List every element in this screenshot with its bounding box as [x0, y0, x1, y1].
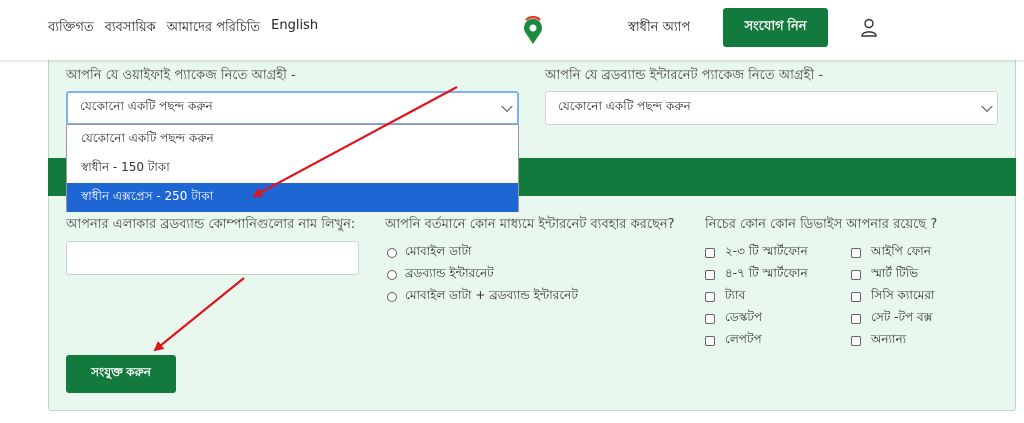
- checkbox[interactable]: [851, 270, 861, 280]
- location-wifi-logo-icon[interactable]: [518, 11, 548, 45]
- radio-button[interactable]: [387, 248, 397, 258]
- wifi-package-select[interactable]: যেকোনো একটি পছন্দ করুন: [66, 91, 519, 125]
- checkbox[interactable]: [705, 336, 715, 346]
- radio-option[interactable]: ব্রডব্যান্ড ইন্টারনেট: [387, 265, 494, 285]
- radio-button[interactable]: [387, 270, 397, 280]
- nav-business[interactable]: ব্যবসায়িক: [105, 18, 156, 39]
- device-checkbox[interactable]: সিসি ক্যামেরা: [851, 287, 934, 307]
- chevron-down-icon: [981, 100, 993, 113]
- top-navigation-bar: ব্যক্তিগত ব্যবসায়িক আমাদের পরিচিতি Engl…: [0, 0, 1024, 60]
- app-link[interactable]: স্বাধীন অ্যাপ: [628, 18, 690, 39]
- nav-english[interactable]: English: [271, 18, 318, 39]
- company-name-input[interactable]: [66, 241, 359, 275]
- chevron-down-icon: [501, 100, 513, 113]
- radio-button[interactable]: [387, 292, 397, 302]
- radio-option[interactable]: মোবাইল ডাটা + ব্রডব্যান্ড ইন্টারনেট: [387, 287, 578, 307]
- device-checkbox[interactable]: ২-৩ টি স্মার্টফোন: [705, 243, 808, 263]
- dropdown-option[interactable]: স্বাধীন - 150 টাকা: [67, 154, 518, 183]
- dropdown-option-selected[interactable]: স্বাধীন এক্সপ্রেস - 250 টাকা: [67, 183, 518, 212]
- checkbox[interactable]: [851, 336, 861, 346]
- wifi-select-value: যেকোনো একটি পছন্দ করুন: [80, 99, 213, 113]
- device-checkbox[interactable]: ৪-৭ টি স্মার্টফোন: [705, 265, 808, 285]
- device-checkbox[interactable]: ট্যাব: [705, 287, 745, 307]
- checkbox[interactable]: [851, 248, 861, 258]
- company-name-label: আপনার এলাকার ব্রডব্যান্ড কোম্পানিগুলোর ন…: [66, 217, 356, 232]
- checkbox[interactable]: [705, 270, 715, 280]
- broadband-select-value: যেকোনো একটি পছন্দ করুন: [558, 99, 691, 113]
- broadband-package-select[interactable]: যেকোনো একটি পছন্দ করুন: [545, 91, 998, 125]
- dropdown-option[interactable]: যেকোনো একটি পছন্দ করুন: [67, 125, 518, 154]
- device-checkbox[interactable]: লেপটপ: [705, 331, 762, 351]
- checkbox[interactable]: [705, 314, 715, 324]
- user-icon[interactable]: [859, 17, 879, 37]
- checkbox[interactable]: [851, 314, 861, 324]
- wifi-package-label: আপনি যে ওয়াইফাই প্যাকেজ নিতে আগ্রহী -: [66, 68, 296, 83]
- wifi-package-dropdown: যেকোনো একটি পছন্দ করুন স্বাধীন - 150 টাক…: [66, 124, 519, 212]
- nav-about-us[interactable]: আমাদের পরিচিতি: [167, 18, 260, 39]
- device-checkbox[interactable]: সেট -টপ বক্স: [851, 309, 932, 329]
- submit-button[interactable]: সংযুক্ত করুন: [66, 355, 176, 393]
- checkbox[interactable]: [705, 292, 715, 302]
- radio-option[interactable]: মোবাইল ডাটা: [387, 243, 472, 263]
- nav-personal[interactable]: ব্যক্তিগত: [48, 18, 94, 39]
- checkbox[interactable]: [705, 248, 715, 258]
- devices-label: নিচের কোন কোন ডিভাইস আপনার রয়েছে ?: [705, 217, 938, 232]
- checkbox[interactable]: [851, 292, 861, 302]
- device-checkbox[interactable]: আইপি ফোন: [851, 243, 931, 263]
- get-connection-button[interactable]: সংযোগ নিন: [723, 8, 828, 47]
- device-checkbox[interactable]: স্মার্ট টিভি: [851, 265, 918, 285]
- main-nav: ব্যক্তিগত ব্যবসায়িক আমাদের পরিচিতি Engl…: [48, 18, 318, 39]
- device-checkbox[interactable]: অন্যান্য: [851, 331, 906, 351]
- device-checkbox[interactable]: ডেস্কটপ: [705, 309, 762, 329]
- broadband-package-label: আপনি যে ব্রডব্যান্ড ইন্টারনেট প্যাকেজ নি…: [545, 68, 824, 83]
- internet-medium-label: আপনি বর্তমানে কোন মাধ্যমে ইন্টারনেট ব্যব…: [385, 217, 675, 232]
